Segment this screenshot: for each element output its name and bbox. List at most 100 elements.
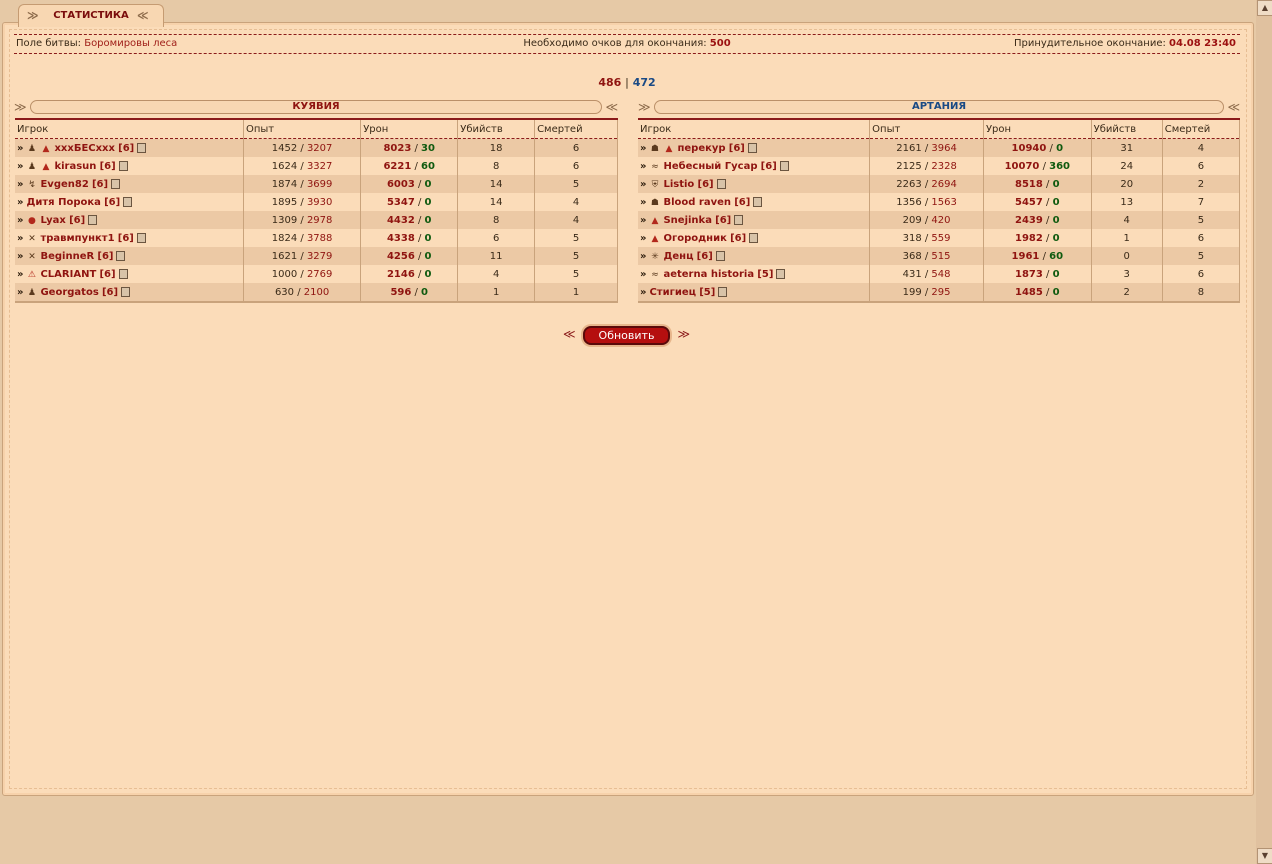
expand-arrow-icon[interactable]: » [640,143,646,154]
player-name[interactable]: xxxБЕСxxx [54,143,115,154]
player-cell: » ⛨ Listio [6] [638,175,871,193]
damage-value: 8023 [383,142,412,154]
team-header-right: ≫ АРТАНИЯ ≪ [638,98,1240,116]
table-row: » ☗ Blood raven [6] 1356 / 1563 5457 / 0 13 7 [638,193,1241,211]
expand-arrow-icon[interactable]: » [640,251,646,262]
player-info-icon[interactable] [776,268,786,279]
damage-separator: / [1042,196,1053,208]
player-info-icon[interactable] [718,286,728,297]
col-damage[interactable]: Урон [983,118,1092,139]
player-name[interactable]: Blood raven [663,197,731,208]
player-name[interactable]: kirasun [54,161,96,172]
player-name[interactable]: Огородник [663,233,726,244]
player-name[interactable]: Небесный Гусар [663,161,757,172]
damage-value: 4256 [386,250,415,262]
expand-arrow-icon[interactable]: » [17,215,23,226]
kills-cell: 14 [457,175,536,193]
expand-arrow-icon[interactable]: » [17,251,23,262]
col-kills[interactable]: Убийств [1091,118,1163,139]
expand-arrow-icon[interactable]: » [17,197,23,208]
table-row: » ♟ Georgatos [6] 630 / 2100 596 / 011 [15,283,618,303]
deaths-cell: 5 [534,247,618,265]
table-row: » Дитя Порока [6] 1895 / 3930 5347 / 0 14 4 [15,193,618,211]
player-info-icon[interactable] [123,196,133,207]
player-name[interactable]: BeginneR [40,251,94,262]
col-damage[interactable]: Урон [360,118,459,139]
deaths-cell: 4 [534,211,618,229]
player-name[interactable]: Lyax [40,215,65,226]
kills-cell: 8 [457,211,536,229]
forced-end-label: Принудительное окончание: [1013,38,1166,49]
expand-arrow-icon[interactable]: » [640,233,646,244]
col-exp[interactable]: Опыт [243,118,362,139]
player-info-icon[interactable] [753,196,763,207]
player-info-icon[interactable] [747,142,757,153]
col-deaths[interactable]: Смертей [534,118,618,139]
player-info-icon[interactable] [779,160,789,171]
player-name[interactable]: Дитя Порока [26,197,100,208]
col-exp[interactable]: Опыт [869,118,984,139]
skull-icon: ☗ [650,143,659,154]
player-name[interactable]: Денц [663,251,693,262]
player-info-icon[interactable] [111,178,121,189]
player-info-icon[interactable] [734,214,744,225]
player-name[interactable]: CLARIANT [40,269,96,280]
scroll-up-arrow-icon[interactable]: ▲ [1257,0,1272,16]
player-info-icon[interactable] [116,250,126,261]
player-cell: » ● Lyax [6] [15,211,244,229]
col-kills[interactable]: Убийств [457,118,536,139]
expand-arrow-icon[interactable]: » [640,197,646,208]
player-name[interactable]: Evgen82 [40,179,88,190]
expand-arrow-icon[interactable]: » [640,161,646,172]
clan-red-icon: ▲ [665,143,673,154]
col-player[interactable]: Игрок [638,118,871,139]
expand-arrow-icon[interactable]: » [640,287,646,298]
player-info-icon[interactable] [136,232,146,243]
expand-arrow-icon[interactable]: » [17,287,23,298]
expand-arrow-icon[interactable]: » [17,233,23,244]
player-info-icon[interactable] [121,286,131,297]
player-name[interactable]: Стигиец [649,287,696,298]
expand-arrow-icon[interactable]: » [640,215,646,226]
damage-cell: 5457 / 0 [983,193,1092,211]
exp-max: 2978 [306,214,333,226]
col-deaths[interactable]: Смертей [1162,118,1241,139]
expand-arrow-icon[interactable]: » [17,179,23,190]
player-info-icon[interactable] [716,178,726,189]
expand-arrow-icon[interactable]: » [640,269,646,280]
refresh-button[interactable]: Обновить [583,326,670,345]
player-info-icon[interactable] [118,268,128,279]
col-player[interactable]: Игрок [15,118,244,139]
player-info-icon[interactable] [137,142,147,153]
player-name[interactable]: Listio [663,179,694,190]
player-name[interactable]: травмпункт1 [40,233,114,244]
player-name[interactable]: Georgatos [40,287,98,298]
player-cell: » ✳ Денц [6] [638,247,871,265]
exp-max: 515 [931,250,951,262]
kills-cell: 2 [1091,283,1163,303]
expand-arrow-icon[interactable]: » [17,161,23,172]
deaths-cell: 5 [534,229,618,247]
player-name[interactable]: aeterna historia [663,269,754,280]
table-row: » ▲ Огородник [6] 318 / 559 1982 / 016 [638,229,1241,247]
vertical-scrollbar[interactable]: ▲ ▼ [1256,0,1272,864]
expand-arrow-icon[interactable]: » [17,269,23,280]
tab-statistics[interactable]: ≫ СТАТИСТИКА ≪ [18,4,164,27]
player-cell: » ≈ aeterna historia [5] [638,265,871,283]
kills-cell: 20 [1091,175,1163,193]
clan-red-icon: ▲ [42,161,50,172]
scroll-down-arrow-icon[interactable]: ▼ [1257,848,1272,864]
player-cell: » ▲ Snejinka [6] [638,211,871,229]
damage-separator: / [411,160,422,172]
snowflake-icon: ✳ [651,251,659,262]
expand-arrow-icon[interactable]: » [17,143,23,154]
player-info-icon[interactable] [749,232,759,243]
heal-value: 60 [1049,250,1064,262]
player-info-icon[interactable] [118,160,128,171]
deaths-cell: 5 [534,265,618,283]
player-name[interactable]: перекур [677,143,725,154]
player-name[interactable]: Snejinka [663,215,711,226]
expand-arrow-icon[interactable]: » [640,179,646,190]
player-info-icon[interactable] [715,250,725,261]
player-info-icon[interactable] [88,214,98,225]
